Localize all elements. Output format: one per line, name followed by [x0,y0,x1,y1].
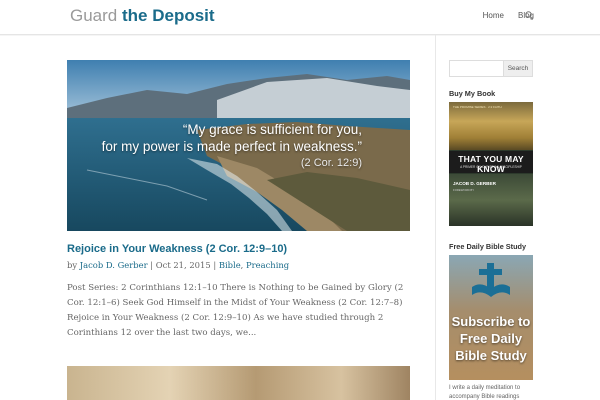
hero-quote: “My grace is sufficient for you, for my … [102,121,362,172]
widget-title-bible-study: Free Daily Bible Study [449,242,527,251]
category-link-preaching[interactable]: Preaching [246,260,289,270]
site-header: Guard the Deposit Home Blog [0,0,600,35]
meta-separator: | [213,260,217,270]
meta-by-label: by [67,260,78,270]
next-post-featured-image[interactable] [67,366,410,400]
sidebar-search-input[interactable] [449,60,504,77]
featured-image[interactable]: “My grace is sufficient for you, for my … [67,60,410,231]
promo-line-3: Bible Study [455,348,527,363]
promo-line-1: Subscribe to [451,314,531,329]
meta-comma: , [240,260,244,270]
quote-line-1: “My grace is sufficient for you, [182,122,362,137]
book-title: THAT YOU MAY KNOW [458,154,524,174]
book-series-caption: THE PROMISE SERIES · 2:2 FAITH [453,105,502,109]
author-link[interactable]: Jacob D. Gerber [80,260,148,270]
logo-text-part1: Guard [70,6,118,25]
book-cover-image[interactable]: THE PROMISE SERIES · 2:2 FAITH THAT YOU … [449,102,533,226]
logo-text-part2: the Deposit [121,6,215,25]
widget-title-book: Buy My Book [449,89,496,98]
bible-study-promo-image[interactable]: Subscribe to Free Daily Bible Study [449,255,533,380]
category-link-bible[interactable]: Bible [219,260,241,270]
bible-cross-icon [472,263,510,297]
site-logo[interactable]: Guard the Deposit [70,5,215,27]
book-author: JACOB D. GERBER [453,181,496,186]
search-icon[interactable] [525,11,533,21]
content-divider [435,35,436,400]
post-excerpt: Post Series: 2 Corinthians 12:1–10 There… [67,283,404,338]
promo-text: Subscribe to Free Daily Bible Study [449,313,533,364]
book-subtitle: A PRIMER ON CHRISTIAN DISCIPLESHIP [460,165,522,169]
post-date: Oct 21, 2015 [155,260,211,270]
post-meta: by Jacob D. Gerber | Oct 21, 2015 | Bibl… [67,260,289,270]
nav-item-home[interactable]: Home [483,11,504,20]
post-title-link[interactable]: Rejoice in Your Weakness (2 Cor. 12:9–10… [67,243,287,255]
promo-line-2: Free Daily [459,331,523,346]
book-author-note: FOREWORD BY [453,188,475,192]
quote-line-2: for my power is made perfect in weakness… [101,139,362,154]
sidebar-search-button[interactable]: Search [503,60,533,77]
wheat-field-image [449,102,533,150]
quote-reference: (2 Cor. 12:9) [300,157,362,169]
meta-separator: | [150,260,154,270]
bible-study-description: I write a daily meditation to accompany … [449,385,521,400]
